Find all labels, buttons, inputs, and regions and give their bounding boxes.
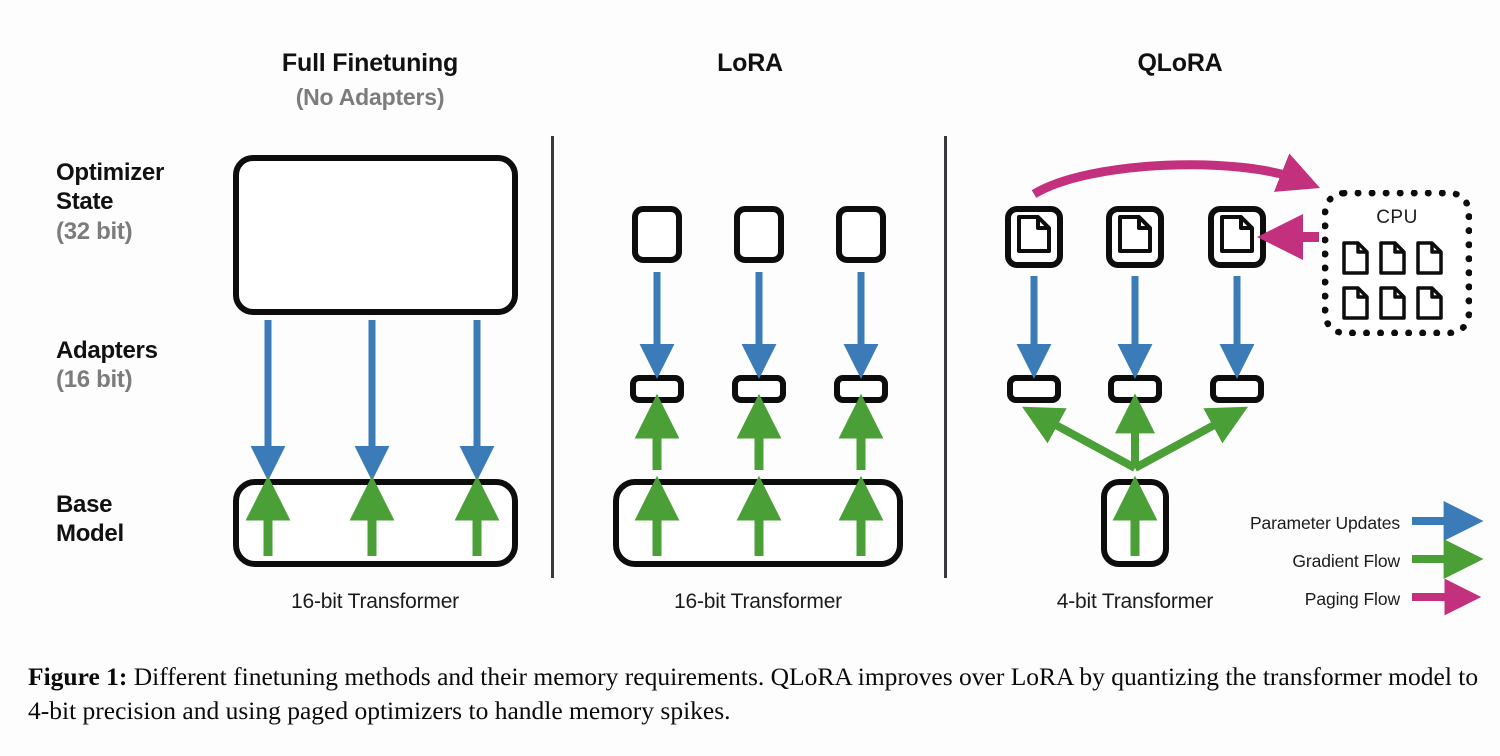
- base-model-block-lora: [613, 479, 903, 567]
- legend-label-parameter-updates: Parameter Updates: [1180, 513, 1400, 534]
- adapter-block-qlora-2: [1108, 375, 1162, 403]
- row-label-line1: Adapters: [56, 337, 158, 364]
- adapter-block-lora-3: [834, 375, 888, 403]
- figure-caption-label: Figure 1:: [28, 662, 128, 691]
- panel-divider-1: [551, 136, 554, 578]
- optimizer-state-block-qlora-1: [1005, 206, 1063, 268]
- adapter-block-qlora-3: [1210, 375, 1264, 403]
- legend-text: Gradient Flow: [1292, 551, 1400, 571]
- cpu-container: CPU: [1322, 190, 1472, 336]
- cpu-label: CPU: [1376, 207, 1418, 228]
- column-title-qlora: QLoRA: [1030, 48, 1330, 78]
- adapter-block-lora-1: [630, 375, 684, 403]
- figure-1: Full Finetuning (No Adapters) LoRA QLoRA…: [0, 0, 1500, 756]
- row-label-base-model: Base Model: [56, 490, 236, 549]
- adapter-block-qlora-1: [1007, 375, 1061, 403]
- column-subtitle-text: (No Adapters): [295, 84, 445, 110]
- row-label-line2: State: [56, 188, 114, 216]
- row-label-bits: (16 bit): [56, 366, 133, 394]
- row-label-adapters: Adapters (16 bit): [56, 336, 236, 395]
- column-title-text: QLoRA: [1137, 49, 1223, 77]
- transformer-caption-full: 16-bit Transformer: [225, 590, 525, 614]
- transformer-caption-text: 16-bit Transformer: [291, 590, 459, 613]
- base-model-block-full: [233, 479, 518, 567]
- adapter-block-lora-2: [732, 375, 786, 403]
- panel-divider-2: [944, 136, 947, 578]
- figure-caption: Figure 1: Different finetuning methods a…: [28, 660, 1480, 728]
- transformer-caption-lora: 16-bit Transformer: [608, 590, 908, 614]
- column-title-text: Full Finetuning: [281, 49, 459, 77]
- parameter-update-arrows-full: [250, 320, 495, 481]
- legend-label-gradient-flow: Gradient Flow: [1180, 551, 1400, 572]
- row-label-optimizer-state: Optimizer State (32 bit): [56, 158, 236, 246]
- optimizer-state-block-lora-1: [632, 206, 682, 263]
- optimizer-state-block-full: [233, 155, 518, 315]
- parameter-update-arrows-qlora: [1016, 276, 1255, 379]
- optimizer-state-block-qlora-3: [1208, 206, 1266, 268]
- column-title-full-finetuning: Full Finetuning (No Adapters): [190, 48, 550, 112]
- gradient-flow-arrows-qlora-fan: [1022, 393, 1248, 472]
- legend-label-paging-flow: Paging Flow: [1180, 589, 1400, 610]
- row-label-line1: Base: [56, 491, 113, 518]
- column-title-lora: LoRA: [600, 48, 900, 78]
- parameter-update-arrows-lora: [639, 272, 879, 379]
- row-label-bits: (32 bit): [56, 217, 133, 245]
- optimizer-state-block-lora-2: [734, 206, 784, 263]
- legend-text: Paging Flow: [1304, 589, 1400, 609]
- legend-text: Parameter Updates: [1249, 513, 1400, 533]
- paging-flow-arrow-out: [1031, 153, 1321, 198]
- row-label-line1: Optimizer: [56, 159, 164, 186]
- optimizer-state-block-lora-3: [836, 206, 886, 263]
- figure-caption-text: Different finetuning methods and their m…: [28, 662, 1479, 725]
- transformer-caption-text: 16-bit Transformer: [674, 590, 842, 613]
- base-model-block-qlora: [1101, 479, 1169, 567]
- gradient-flow-arrows-lora-upper: [634, 393, 884, 470]
- row-label-line2: Model: [56, 520, 124, 548]
- optimizer-state-block-qlora-2: [1106, 206, 1164, 268]
- column-title-text: LoRA: [717, 49, 783, 77]
